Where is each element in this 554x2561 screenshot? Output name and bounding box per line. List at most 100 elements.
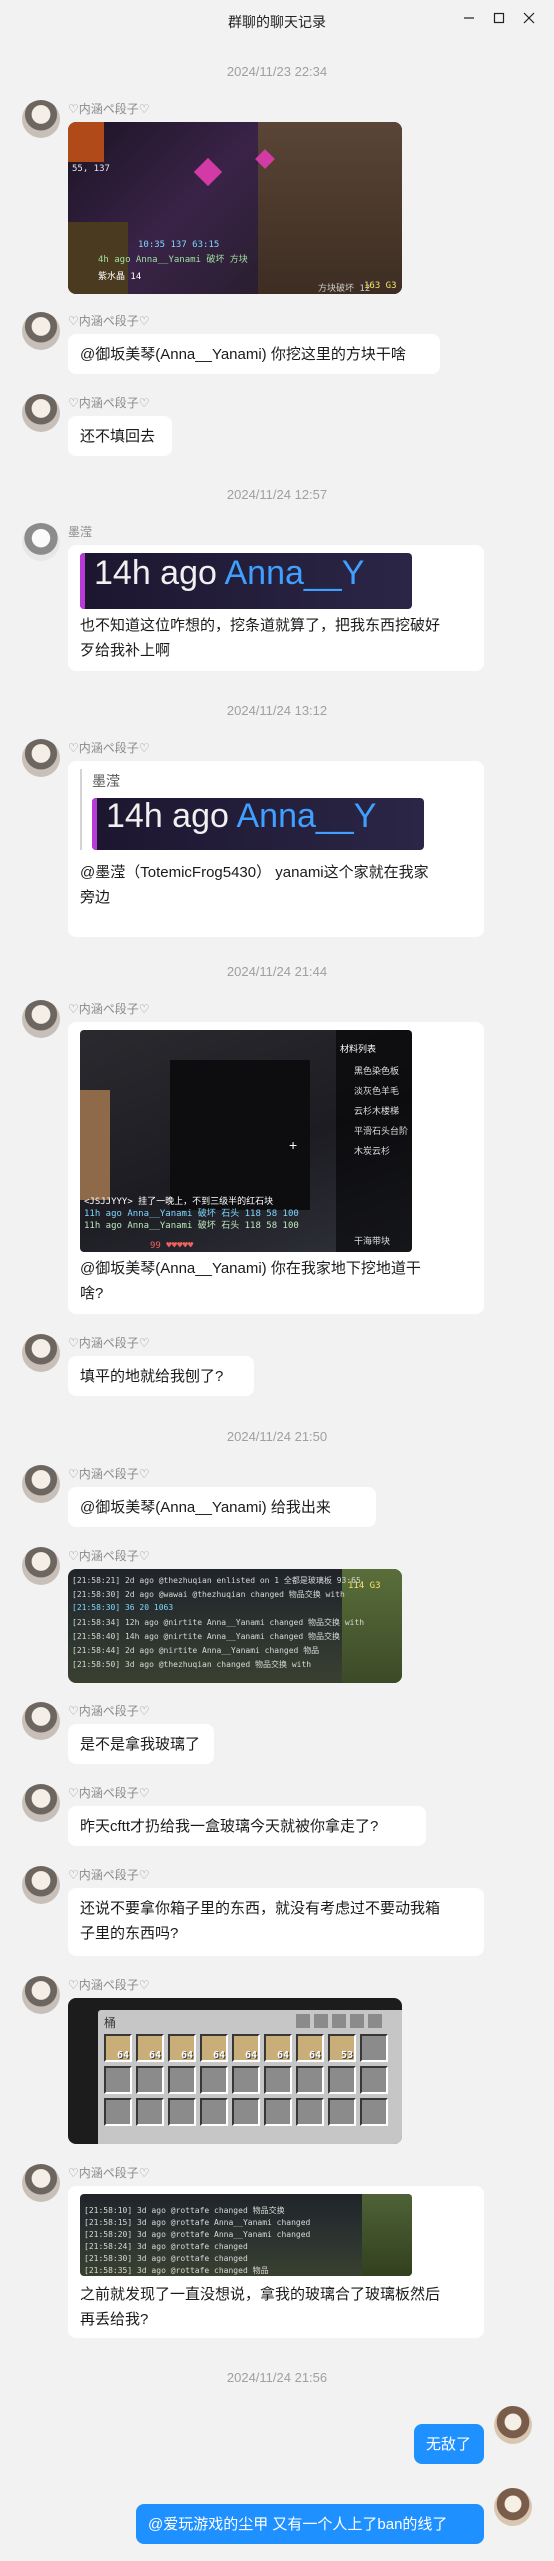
quoted-image[interactable]: 14h ago Anna__Y (92, 798, 424, 850)
avatar[interactable] (22, 312, 60, 350)
inventory-slot[interactable] (232, 2098, 260, 2126)
close-icon[interactable] (516, 6, 542, 30)
sort-icon[interactable] (368, 2014, 382, 2028)
avatar[interactable] (22, 1702, 60, 1740)
screenshot-image[interactable]: [21:58:21] 2d ago @thezhuqian enlisted o… (68, 1569, 402, 1683)
embedded-image[interactable]: 14h ago Anna__Y (80, 553, 412, 609)
inventory-slot[interactable]: 64 (136, 2034, 164, 2062)
message-bubble[interactable]: 还说不要拿你箱子里的东西，就没有考虑过不要动我箱 子里的东西吗? (68, 1888, 484, 1956)
avatar[interactable] (22, 2164, 60, 2202)
sort-icon[interactable] (296, 2014, 310, 2028)
inventory-slot[interactable] (360, 2034, 388, 2062)
inventory-slot[interactable] (104, 2066, 132, 2094)
message-bubble[interactable]: + 材料列表 黑色染色板 淡灰色羊毛 云杉木楼梯 平滑石头台阶 木炭云杉 干海带… (68, 1022, 484, 1314)
status-text: 方块破坏 12 (318, 284, 371, 294)
item-count: 64 (116, 2050, 129, 2061)
avatar[interactable] (494, 2488, 532, 2526)
avatar[interactable] (22, 1784, 60, 1822)
message-bubble[interactable]: 昨天cftt才扔给我一盒玻璃今天就被你拿走了? (68, 1806, 426, 1846)
inventory-slot[interactable] (168, 2066, 196, 2094)
inventory-slot[interactable]: 64 (264, 2034, 292, 2062)
inventory-slot[interactable] (136, 2098, 164, 2126)
screenshot-image[interactable]: 桶 64 64 64 64 64 64 64 53 (68, 1998, 402, 2144)
maximize-icon[interactable] (486, 6, 512, 30)
inventory-slot[interactable] (296, 2098, 324, 2126)
screenshot-image[interactable]: 55, 137 10:35 137 63:15 4h ago Anna__Yan… (68, 122, 402, 294)
inventory-slot[interactable] (136, 2066, 164, 2094)
sender-name: ♡内涵ペ段子♡ (68, 1978, 150, 1992)
message-text: 子里的东西吗? (80, 1925, 179, 1942)
game-chat-line: [21:58:35] 3d ago @rottafe changed 物品 (84, 2266, 269, 2275)
my-message-bubble[interactable]: @爱玩游戏的尘甲 又有一个人上了ban的线了 (136, 2504, 484, 2544)
item-count: 64 (244, 2050, 257, 2061)
inventory-slot[interactable]: 64 (168, 2034, 196, 2062)
inventory-slot[interactable]: 53 (328, 2034, 356, 2062)
avatar[interactable] (22, 739, 60, 777)
message-bubble[interactable]: @御坂美琴(Anna__Yanami) 你挖这里的方块干啥 (68, 334, 440, 374)
accent-bar (92, 798, 97, 850)
inventory-slot[interactable] (328, 2098, 356, 2126)
item-count: 64 (276, 2050, 289, 2061)
crosshair: + (289, 1137, 298, 1153)
avatar[interactable] (22, 100, 60, 138)
sort-icon[interactable] (332, 2014, 346, 2028)
message-bubble[interactable]: 14h ago Anna__Y 也不知道这位咋想的，挖条道就算了，把我东西挖破好… (68, 545, 484, 671)
message-text: @墨滢（TotemicFrog5430） yanami这个家就在我家 (80, 864, 429, 881)
avatar[interactable] (22, 1334, 60, 1372)
message-bubble[interactable]: [21:58:10] 3d ago @rottafe changed 物品交换 … (68, 2186, 484, 2338)
message-text: 旁边 (80, 889, 111, 906)
message-bubble[interactable]: 墨滢 14h ago Anna__Y @墨滢（TotemicFrog5430） … (68, 761, 484, 937)
avatar[interactable] (22, 1000, 60, 1038)
message-bubble[interactable]: 还不填回去 (68, 416, 172, 456)
grass-block (362, 2194, 412, 2276)
avatar[interactable] (22, 394, 60, 432)
quote-block[interactable]: 墨滢 14h ago Anna__Y (80, 769, 472, 850)
material-list-panel: 材料列表 黑色染色板 淡灰色羊毛 云杉木楼梯 平滑石头台阶 木炭云杉 干海带块 (336, 1030, 412, 1252)
inventory-slot[interactable]: 64 (296, 2034, 324, 2062)
inventory-slot[interactable] (328, 2066, 356, 2094)
avatar[interactable] (22, 1976, 60, 2014)
status-text: 99 ♥♥♥♥♥ (150, 1241, 194, 1251)
inventory-slot[interactable] (200, 2066, 228, 2094)
embedded-screenshot[interactable]: + 材料列表 黑色染色板 淡灰色羊毛 云杉木楼梯 平滑石头台阶 木炭云杉 干海带… (80, 1030, 412, 1252)
game-chat-line: [21:58:34] 12h ago @nirtite Anna__Yanami… (72, 1618, 365, 1627)
inventory-slot[interactable]: 64 (232, 2034, 260, 2062)
status-text: 163 G3 (364, 281, 397, 291)
game-chat-line: [21:58:30] 2d ago @wawai @thezhuqian cha… (72, 1590, 345, 1599)
inventory-slot[interactable] (264, 2098, 292, 2126)
minimize-icon[interactable] (456, 6, 482, 30)
inventory-slot[interactable] (264, 2066, 292, 2094)
timestamp: 2024/11/24 13:12 (226, 703, 328, 718)
inventory-slot[interactable] (104, 2098, 132, 2126)
sender-name: ♡内涵ペ段子♡ (68, 102, 150, 116)
inventory-slot[interactable] (360, 2066, 388, 2094)
message-text: 也不知道这位咋想的，挖条道就算了，把我东西挖破好 (80, 617, 441, 634)
avatar[interactable] (22, 1866, 60, 1904)
message-bubble[interactable]: @御坂美琴(Anna__Yanami) 给我出来 (68, 1487, 376, 1527)
inventory-slot[interactable]: 64 (104, 2034, 132, 2062)
sort-icon[interactable] (350, 2014, 364, 2028)
sort-icon[interactable] (314, 2014, 328, 2028)
inventory-slot[interactable] (232, 2066, 260, 2094)
amethyst-cluster (193, 157, 223, 187)
message-text: 啥? (80, 1285, 104, 1302)
title-bar: 群聊的聊天记录 (0, 0, 554, 44)
inventory-slot[interactable]: 64 (200, 2034, 228, 2062)
inventory-slot[interactable] (200, 2098, 228, 2126)
embedded-screenshot[interactable]: [21:58:10] 3d ago @rottafe changed 物品交换 … (80, 2194, 412, 2276)
message-bubble[interactable]: 是不是拿我玻璃了 (68, 1724, 214, 1764)
inventory-slot[interactable] (296, 2066, 324, 2094)
avatar[interactable] (494, 2406, 532, 2444)
inventory-slot[interactable] (168, 2098, 196, 2126)
sender-name: ♡内涵ペ段子♡ (68, 314, 150, 328)
inventory-slot[interactable] (360, 2098, 388, 2126)
avatar[interactable] (22, 523, 60, 561)
timestamp: 2024/11/24 12:57 (226, 487, 328, 502)
coordinates-text: 55, 137 (72, 164, 110, 174)
message-bubble[interactable]: 填平的地就给我刨了? (68, 1356, 254, 1396)
my-message-bubble[interactable]: 无敌了 (414, 2424, 484, 2464)
avatar[interactable] (22, 1465, 60, 1503)
sender-name: ♡内涵ペ段子♡ (68, 1868, 150, 1882)
avatar[interactable] (22, 1547, 60, 1585)
item-count: 64 (180, 2050, 193, 2061)
